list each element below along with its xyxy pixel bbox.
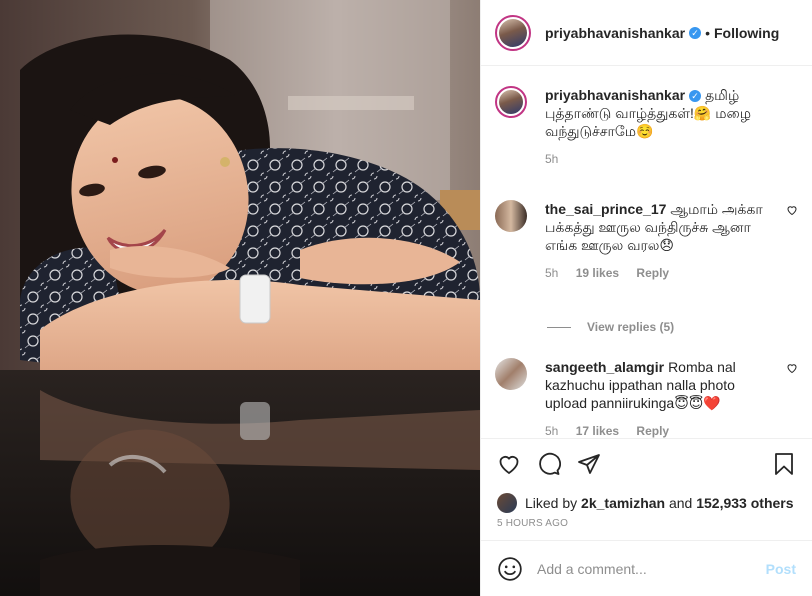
heart-icon[interactable]	[497, 452, 521, 476]
comment-like-heart-icon[interactable]	[786, 204, 798, 216]
comment-like-heart-icon[interactable]	[786, 362, 798, 374]
view-replies-button[interactable]: View replies (5)	[547, 320, 674, 334]
reply-button[interactable]: Reply	[636, 266, 669, 280]
caption: priyabhavanishankar ✓ தமிழ் புத்தாண்டு வாழ…	[495, 86, 798, 168]
post-comment-button[interactable]: Post	[766, 561, 796, 577]
post-photo[interactable]	[0, 0, 480, 596]
verified-badge-icon: ✓	[689, 26, 702, 39]
post-timestamp[interactable]: 5 HOURS AGO	[481, 518, 812, 540]
comments-list[interactable]: priyabhavanishankar ✓ தமிழ் புத்தாண்டு வாழ…	[481, 66, 812, 438]
comment-username[interactable]: sangeeth_alamgir	[545, 359, 664, 375]
instagram-post-modal: priyabhavanishankar ✓ • Following priyab…	[0, 0, 812, 596]
post-image	[0, 0, 480, 596]
likes-conj: and	[668, 495, 693, 511]
bookmark-icon[interactable]	[772, 452, 796, 476]
add-comment-input[interactable]	[537, 560, 766, 577]
header-separator: •	[705, 24, 710, 41]
view-replies-line	[547, 326, 571, 328]
smiley-icon[interactable]	[497, 556, 523, 582]
likes-summary: Liked by 2k_tamizhan and 152,933 others	[481, 488, 812, 518]
caption-username[interactable]: priyabhavanishankar	[545, 87, 685, 103]
post-header: priyabhavanishankar ✓ • Following	[481, 0, 812, 66]
verified-badge-icon: ✓	[689, 90, 702, 102]
add-comment-bar: Post	[481, 540, 812, 596]
comment-item: sangeeth_alamgir Romba nal kazhuchu ippat…	[495, 358, 798, 438]
post-actions-bar	[481, 438, 812, 488]
liker-avatar[interactable]	[497, 493, 517, 513]
comment-likes[interactable]: 17 likes	[576, 424, 619, 438]
view-replies-label: View replies (5)	[587, 320, 675, 334]
comment-time[interactable]: 5h	[545, 266, 558, 280]
likes-prefix: Liked by	[525, 495, 578, 511]
following-button[interactable]: Following	[714, 25, 779, 41]
reply-button[interactable]: Reply	[636, 424, 669, 438]
comment-username[interactable]: the_sai_prince_17	[545, 201, 666, 217]
liker-username[interactable]: 2k_tamizhan	[581, 495, 665, 511]
author-username[interactable]: priyabhavanishankar	[545, 25, 685, 41]
author-avatar[interactable]	[495, 14, 531, 51]
caption-time[interactable]: 5h	[545, 152, 558, 166]
comment-bubble-icon[interactable]	[537, 452, 561, 476]
commenter-avatar[interactable]	[495, 200, 527, 232]
paper-plane-icon[interactable]	[577, 452, 601, 476]
caption-avatar[interactable]	[495, 86, 527, 118]
likes-count[interactable]: 152,933 others	[696, 495, 793, 511]
commenter-avatar[interactable]	[495, 358, 527, 390]
comment-likes[interactable]: 19 likes	[576, 266, 619, 280]
post-side-panel: priyabhavanishankar ✓ • Following priyab…	[480, 0, 812, 596]
comment-time[interactable]: 5h	[545, 424, 558, 438]
comment-item: the_sai_prince_17 ஆமாம் அக்கா பக்கத்து ஊர…	[495, 200, 798, 282]
